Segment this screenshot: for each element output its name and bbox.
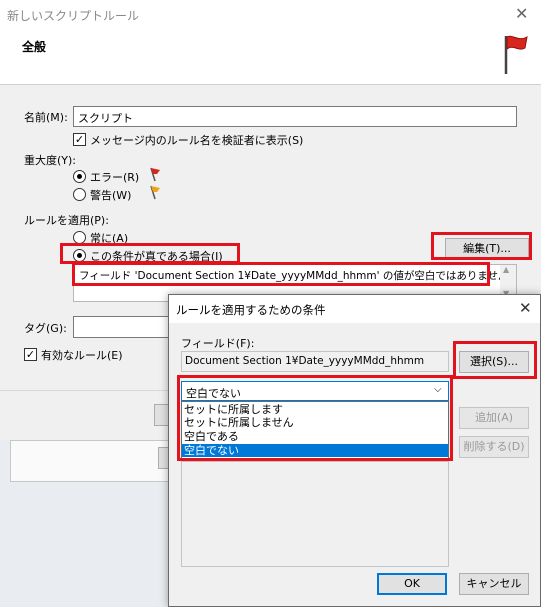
values-list (181, 461, 449, 567)
tag-label: タグ(G): (24, 322, 67, 335)
tag-input[interactable] (73, 316, 173, 338)
severity-error-label: エラー(R) (90, 171, 140, 184)
field-input: Document Section 1¥Date_yyyyMMdd_hhmm (181, 351, 449, 372)
enabled-checkbox[interactable]: ✓ (24, 348, 37, 361)
edit-button-highlight (431, 232, 532, 260)
cancel-button[interactable]: キャンセル (459, 573, 529, 595)
red-flag-icon (504, 35, 528, 74)
behind-window (10, 440, 172, 482)
ok-button[interactable]: OK (377, 573, 447, 595)
apply-label: ルールを適用(P): (24, 214, 109, 227)
field-label: フィールド(F): (181, 337, 255, 350)
condition-text-highlight (72, 262, 490, 286)
delete-button[interactable]: 削除する(D) (459, 436, 529, 458)
dropdown-highlight (177, 375, 453, 461)
add-button[interactable]: 追加(A) (459, 407, 529, 429)
header-panel: 全般 (0, 30, 541, 85)
severity-warning-label: 警告(W) (90, 189, 132, 202)
severity-error-radio[interactable] (73, 170, 86, 183)
condition-dialog: ルールを適用するための条件 ✕ フィールド(F): Document Secti… (168, 294, 541, 607)
error-flag-icon (150, 167, 160, 182)
condition-dialog-title: ルールを適用するための条件 (176, 303, 326, 317)
name-input-value: スクリプト (78, 112, 133, 125)
close-icon[interactable]: ✕ (515, 4, 528, 23)
field-input-value: Document Section 1¥Date_yyyyMMdd_hhmm (185, 355, 425, 367)
select-button-highlight (453, 341, 537, 379)
severity-label: 重大度(Y): (24, 154, 77, 167)
apply-condition-highlight (60, 243, 240, 264)
severity-warning-radio[interactable] (73, 188, 86, 201)
warning-flag-icon (150, 185, 160, 200)
enabled-label: 有効なルール(E) (41, 349, 123, 362)
rule-dialog-title: 新しいスクリプトルール (7, 9, 140, 23)
scroll-up-icon[interactable]: ▲ (503, 265, 509, 274)
condition-dialog-titlebar: ルールを適用するための条件 ✕ (169, 295, 540, 323)
rule-dialog-titlebar: 新しいスクリプトルール ✕ (0, 0, 541, 30)
section-title: 全般 (22, 40, 47, 54)
name-input[interactable]: スクリプト (73, 106, 517, 127)
show-name-label: メッセージ内のルール名を検証者に表示(S) (90, 134, 304, 147)
name-label: 名前(M): (24, 111, 68, 124)
show-name-checkbox[interactable]: ✓ (73, 133, 86, 146)
bottom-divider (0, 390, 170, 391)
condition-close-icon[interactable]: ✕ (519, 299, 532, 317)
